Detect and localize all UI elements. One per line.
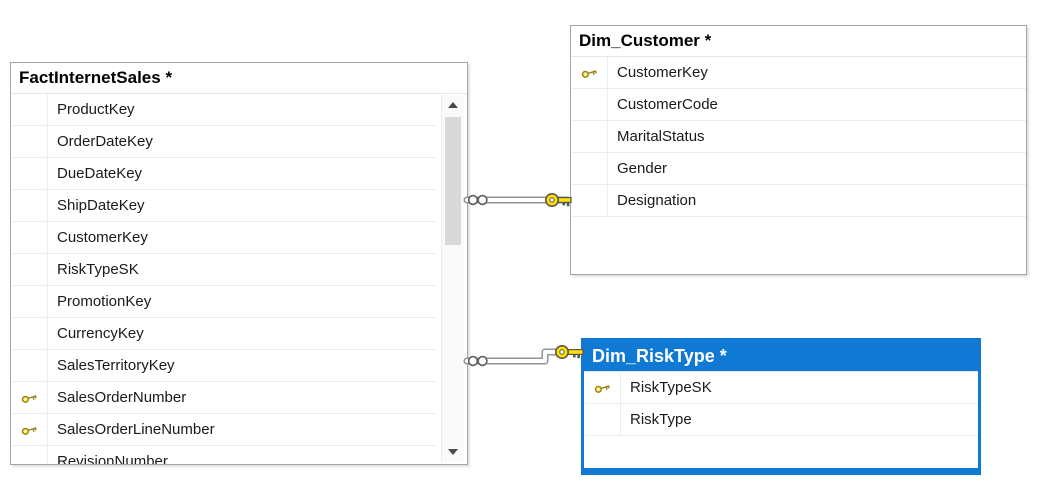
column-rows: ProductKey OrderDateKey DueDateKey ShipDate… <box>11 94 437 464</box>
table-row[interactable]: SalesOrderLineNumber <box>11 414 437 446</box>
primary-key-icon <box>21 394 37 403</box>
primary-key-icon <box>581 69 597 78</box>
vertical-scrollbar[interactable] <box>441 95 464 462</box>
column-name: Designation <box>617 192 697 209</box>
table-row[interactable]: ShipDateKey <box>11 190 437 222</box>
many-end-icon <box>467 194 479 206</box>
primary-key-cell <box>11 414 48 445</box>
scroll-up-button[interactable] <box>442 95 464 115</box>
row-gutter <box>11 190 48 221</box>
table-row[interactable]: SalesTerritoryKey <box>11 350 437 382</box>
primary-key-cell <box>11 382 48 413</box>
row-gutter <box>11 446 48 464</box>
table-row[interactable]: RiskType <box>584 404 978 436</box>
row-gutter <box>11 222 48 253</box>
table-Dim-RiskType[interactable]: Dim_RiskType * RiskTypeSK RiskType <box>581 338 981 475</box>
scrollbar-thumb[interactable] <box>445 117 461 245</box>
column-name: CustomerCode <box>617 96 718 113</box>
column-name: MaritalStatus <box>617 128 705 145</box>
row-gutter <box>11 94 48 125</box>
table-row[interactable]: CurrencyKey <box>11 318 437 350</box>
key-end-icon <box>554 344 584 359</box>
table-column-list: CustomerKey CustomerCode MaritalStatus Gend… <box>571 56 1026 274</box>
table-row[interactable]: PromotionKey <box>11 286 437 318</box>
primary-key-cell <box>571 57 608 88</box>
column-name: RiskTypeSK <box>57 261 139 278</box>
row-gutter <box>571 121 608 152</box>
column-name: DueDateKey <box>57 165 143 182</box>
row-gutter <box>11 254 48 285</box>
row-gutter <box>584 404 621 435</box>
table-column-list: ProductKey OrderDateKey DueDateKey ShipDate… <box>11 93 467 464</box>
table-FactInternetSales[interactable]: FactInternetSales * ProductKey OrderDateK… <box>10 62 468 465</box>
column-name: OrderDateKey <box>57 133 153 150</box>
row-gutter <box>11 350 48 381</box>
scroll-down-button[interactable] <box>442 442 464 462</box>
row-gutter <box>11 286 48 317</box>
row-gutter <box>11 318 48 349</box>
primary-key-icon <box>21 426 37 435</box>
column-name: SalesTerritoryKey <box>57 357 175 374</box>
row-gutter <box>571 185 608 216</box>
row-gutter <box>11 158 48 189</box>
database-diagram-canvas[interactable]: FactInternetSales * ProductKey OrderDateK… <box>0 0 1048 503</box>
column-name: ProductKey <box>57 101 135 118</box>
column-name: CurrencyKey <box>57 325 144 342</box>
primary-key-icon <box>594 384 610 393</box>
column-name: RiskType <box>630 411 692 428</box>
column-name: CustomerKey <box>617 64 708 81</box>
many-end-icon <box>477 355 488 367</box>
table-column-list: RiskTypeSK RiskType <box>584 371 978 468</box>
table-title[interactable]: Dim_Customer * <box>571 26 1026 56</box>
column-rows: RiskTypeSK RiskType <box>584 372 978 436</box>
table-row[interactable]: SalesOrderNumber <box>11 382 437 414</box>
table-row[interactable]: MaritalStatus <box>571 121 1026 153</box>
down-arrow-icon <box>448 449 458 455</box>
table-row[interactable]: RiskTypeSK <box>11 254 437 286</box>
column-name: RiskTypeSK <box>630 379 712 396</box>
relationship-connector-risktype[interactable] <box>463 344 584 367</box>
row-gutter <box>571 153 608 184</box>
table-row[interactable]: CustomerKey <box>571 57 1026 89</box>
table-row[interactable]: CustomerCode <box>571 89 1026 121</box>
table-row[interactable]: ProductKey <box>11 94 437 126</box>
row-gutter <box>571 89 608 120</box>
primary-key-cell <box>584 372 621 403</box>
many-end-icon <box>477 194 488 206</box>
table-row[interactable]: RiskTypeSK <box>584 372 978 404</box>
column-name: PromotionKey <box>57 293 152 310</box>
column-name: ShipDateKey <box>57 197 145 214</box>
column-rows: CustomerKey CustomerCode MaritalStatus Gend… <box>571 57 1026 217</box>
table-row[interactable]: Designation <box>571 185 1026 217</box>
table-row[interactable]: Gender <box>571 153 1026 185</box>
table-row[interactable]: RevisionNumber <box>11 446 437 464</box>
column-name: CustomerKey <box>57 229 148 246</box>
up-arrow-icon <box>448 102 458 108</box>
table-title[interactable]: FactInternetSales * <box>11 63 467 93</box>
column-name: RevisionNumber <box>57 453 168 464</box>
row-gutter <box>11 126 48 157</box>
table-row[interactable]: OrderDateKey <box>11 126 437 158</box>
relationship-connector-customer[interactable] <box>463 193 572 208</box>
column-name: SalesOrderNumber <box>57 389 187 406</box>
table-row[interactable]: DueDateKey <box>11 158 437 190</box>
table-Dim-Customer[interactable]: Dim_Customer * CustomerKey CustomerCode Ma… <box>570 25 1027 275</box>
key-end-icon <box>544 193 572 208</box>
table-title[interactable]: Dim_RiskType * <box>584 341 978 371</box>
table-row[interactable]: CustomerKey <box>11 222 437 254</box>
column-name: Gender <box>617 160 668 177</box>
many-end-icon <box>467 355 479 367</box>
column-name: SalesOrderLineNumber <box>57 421 215 438</box>
